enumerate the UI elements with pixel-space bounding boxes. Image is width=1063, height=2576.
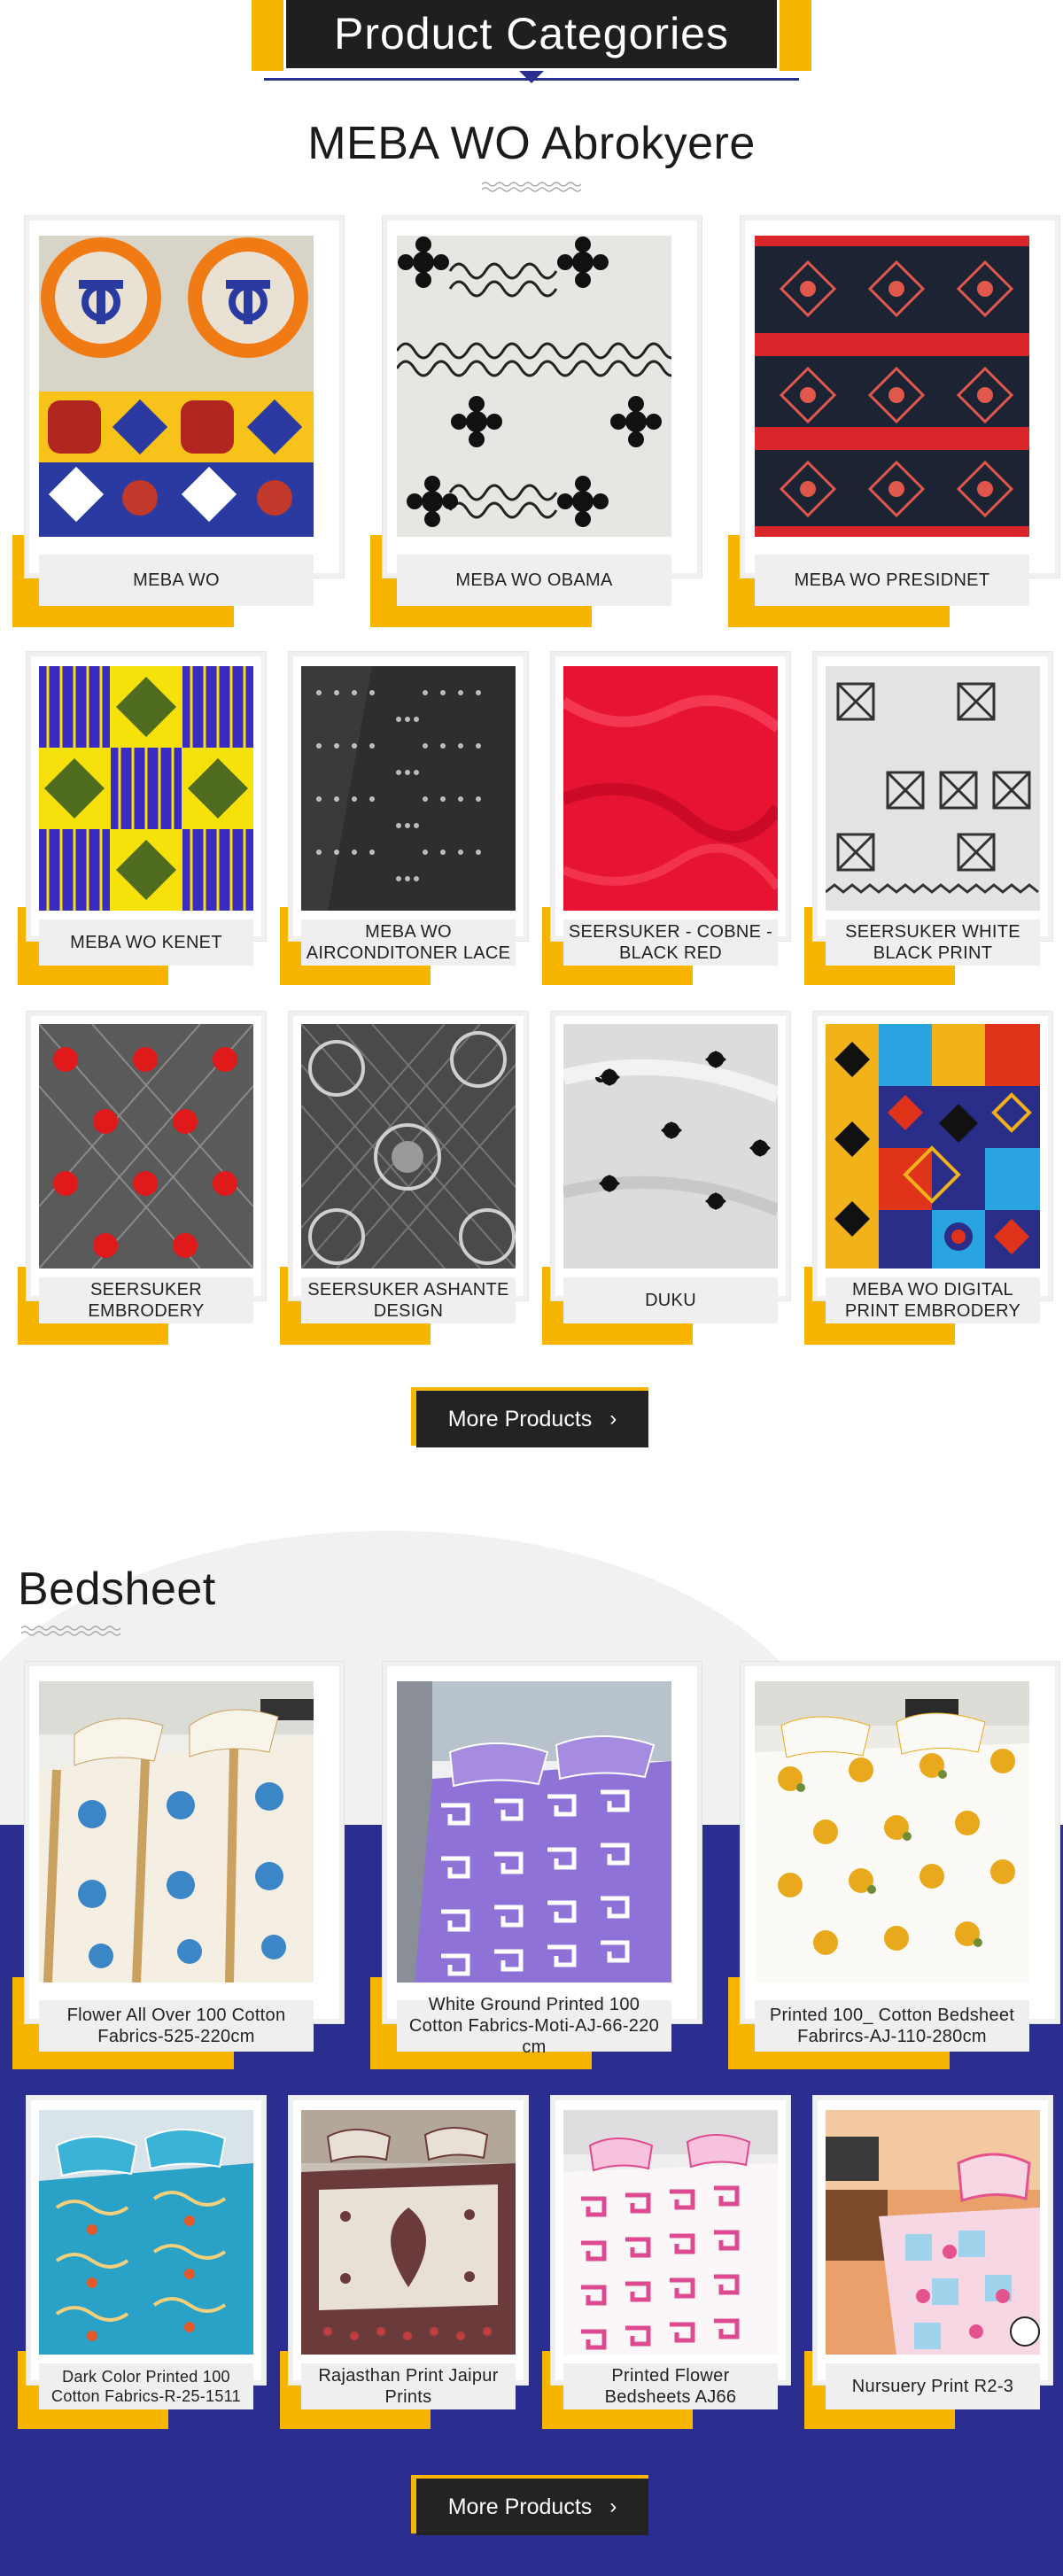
product-card-nursuery-print[interactable]: Nursuery Print R2-3 <box>804 2096 1052 2429</box>
product-card-seersuker-ashante-design[interactable]: SEERSUKER ASHANTE DESIGN <box>280 1012 528 1345</box>
bedsheet-more-products-button[interactable]: More Products › <box>411 2475 648 2537</box>
product-image[interactable] <box>301 2110 516 2355</box>
product-card-meba-wo-airconditoner-lace[interactable]: MEBA WO AIRCONDITONER LACE <box>280 652 528 985</box>
meba-section-title: MEBA WO Abrokyere <box>307 118 756 169</box>
product-label[interactable]: MEBA WO KENET <box>39 919 253 966</box>
product-card-meba-wo-presidnet[interactable]: MEBA WO PRESIDNET <box>728 216 1059 627</box>
product-label[interactable]: MEBA WO <box>39 555 314 606</box>
button-label: More Products <box>447 2494 593 2519</box>
product-image[interactable] <box>755 236 1029 537</box>
product-label[interactable]: DUKU <box>563 1277 778 1323</box>
product-image[interactable] <box>39 1681 314 1982</box>
product-card-seersuker-white-black-print[interactable]: SEERSUKER WHITE BLACK PRINT <box>804 652 1052 985</box>
product-image[interactable] <box>397 236 671 537</box>
product-card-duku[interactable]: DUKU <box>542 1012 790 1345</box>
product-image[interactable] <box>397 1681 671 1982</box>
product-label[interactable]: SEERSUKER - COBNE - BLACK RED <box>563 919 778 966</box>
product-card-seersuker-embrodery[interactable]: SEERSUKER EMBRODERY <box>18 1012 266 1345</box>
product-image[interactable] <box>301 1024 516 1269</box>
product-label[interactable]: SEERSUKER ASHANTE DESIGN <box>301 1277 516 1323</box>
product-image[interactable] <box>755 1681 1029 1982</box>
product-image[interactable] <box>39 236 314 537</box>
product-label[interactable]: Dark Color Printed 100 Cotton Fabrics-R-… <box>39 2363 253 2409</box>
product-label[interactable]: MEBA WO PRESIDNET <box>755 555 1029 606</box>
product-card-dark-color-printed[interactable]: Dark Color Printed 100 Cotton Fabrics-R-… <box>18 2096 266 2429</box>
banner-pointer <box>519 71 544 83</box>
button-body[interactable]: More Products › <box>416 1391 648 1447</box>
product-image[interactable] <box>301 666 516 911</box>
product-label[interactable]: Flower All Over 100 Cotton Fabrics-525-2… <box>39 2000 314 2052</box>
product-label[interactable]: SEERSUKER EMBRODERY <box>39 1277 253 1323</box>
product-card-white-ground-printed[interactable]: White Ground Printed 100 Cotton Fabrics-… <box>370 1662 702 2069</box>
meba-more-products-button[interactable]: More Products › <box>411 1387 648 1449</box>
product-image[interactable] <box>563 2110 778 2355</box>
product-image[interactable] <box>39 666 253 911</box>
product-image[interactable] <box>563 1024 778 1269</box>
chevron-right-icon: › <box>609 1407 617 1431</box>
product-label[interactable]: MEBA WO OBAMA <box>397 555 671 606</box>
product-card-meba-wo-obama[interactable]: MEBA WO OBAMA <box>370 216 702 627</box>
product-image[interactable] <box>563 666 778 911</box>
product-card-meba-wo-kenet[interactable]: MEBA WO KENET <box>18 652 266 985</box>
bedsheet-title-squiggle <box>21 1626 120 1636</box>
product-label[interactable]: White Ground Printed 100 Cotton Fabrics-… <box>397 1995 671 2057</box>
button-label: More Products <box>447 1406 593 1432</box>
product-label[interactable]: MEBA WO DIGITAL PRINT EMBRODERY <box>826 1277 1040 1323</box>
section-banner: Product Categories <box>252 0 811 83</box>
product-label[interactable]: SEERSUKER WHITE BLACK PRINT <box>826 919 1040 966</box>
page-title: Product Categories <box>333 9 729 58</box>
product-image[interactable] <box>39 1024 253 1269</box>
product-card-meba-wo[interactable]: MEBA WO <box>12 216 344 627</box>
product-image[interactable] <box>826 666 1040 911</box>
product-label[interactable]: Rajasthan Print Jaipur Prints <box>301 2363 516 2409</box>
product-image[interactable] <box>826 2110 1040 2355</box>
product-label[interactable]: Printed Flower Bedsheets AJ66 <box>563 2363 778 2409</box>
product-label[interactable]: Printed 100_ Cotton Bedsheet Fabrircs-AJ… <box>755 2000 1029 2052</box>
product-card-meba-wo-digital-print-embrodery[interactable]: MEBA WO DIGITAL PRINT EMBRODERY <box>804 1012 1052 1345</box>
product-card-seersuker-cobne-black-red[interactable]: SEERSUKER - COBNE - BLACK RED <box>542 652 790 985</box>
bedsheet-section-title: Bedsheet <box>18 1563 216 1615</box>
product-label[interactable]: MEBA WO AIRCONDITONER LACE <box>301 919 516 966</box>
page: Product Categories MEBA WO Abrokyere MEB… <box>0 0 1063 2576</box>
product-label[interactable]: Nursuery Print R2-3 <box>826 2363 1040 2409</box>
product-card-printed-flower-bedsheets[interactable]: Printed Flower Bedsheets AJ66 <box>542 2096 790 2429</box>
product-image[interactable] <box>39 2110 253 2355</box>
chevron-right-icon: › <box>609 2495 617 2518</box>
product-image[interactable] <box>826 1024 1040 1269</box>
product-card-printed-100-cotton[interactable]: Printed 100_ Cotton Bedsheet Fabrircs-AJ… <box>728 1662 1059 2069</box>
product-card-rajasthan-print[interactable]: Rajasthan Print Jaipur Prints <box>280 2096 528 2429</box>
button-body[interactable]: More Products › <box>416 2479 648 2535</box>
meba-title-squiggle <box>482 182 581 192</box>
product-card-flower-all-over[interactable]: Flower All Over 100 Cotton Fabrics-525-2… <box>12 1662 344 2069</box>
